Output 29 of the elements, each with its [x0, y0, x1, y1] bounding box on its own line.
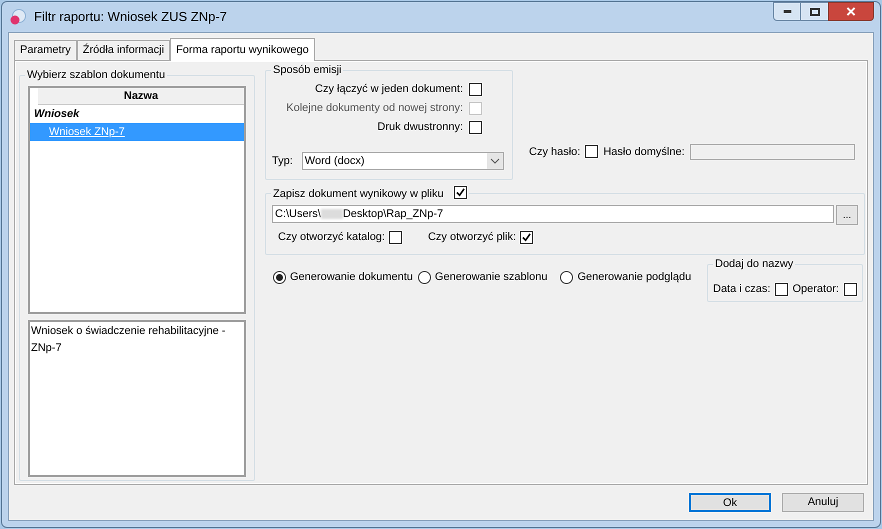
radio-option[interactable]: Generowanie szablonu — [418, 269, 548, 286]
group-title: Zapisz dokument wynikowy w pliku — [273, 187, 444, 202]
tab[interactable]: Parametry — [14, 40, 77, 60]
dialog-button[interactable]: Ok — [689, 493, 771, 512]
group-title: Wybierz szablon dokumentu — [27, 68, 166, 82]
description-box: Wniosek o świadczenie rehabilitacyjne - ZNp-7 — [28, 320, 246, 477]
option-label: Kolejne dokumenty od nowej strony: — [286, 101, 463, 116]
option-label: Operator: — [792, 282, 839, 297]
open-folder-label: Czy otworzyć katalog: — [278, 230, 385, 245]
radio-option[interactable]: Generowanie dokumentu — [273, 269, 413, 286]
path-field[interactable]: C:\Users\ Desktop\Rap_ZNp-7 — [272, 205, 834, 223]
option-label: Data i czas: — [713, 282, 770, 297]
group-title: Dodaj do nazwy — [715, 257, 794, 271]
dialog-button[interactable]: Anuluj — [782, 493, 864, 512]
browse-button[interactable]: ... — [836, 205, 858, 225]
type-label: Typ: — [272, 154, 293, 169]
tab[interactable]: Źródła informacji — [76, 40, 170, 60]
type-dropdown[interactable]: Word (docx) — [302, 152, 504, 170]
window-title: Filtr raportu: Wniosek ZUS ZNp-7 — [34, 8, 227, 26]
password-label: Czy hasło: — [529, 144, 580, 160]
group-title: Sposób emisji — [273, 63, 342, 77]
list-row[interactable]: Wniosek — [30, 105, 244, 123]
open-file-label: Czy otworzyć plik: — [428, 230, 516, 245]
default-password-label: Hasło domyślne: — [603, 144, 685, 160]
tab[interactable]: Forma raportu wynikowego — [170, 38, 315, 61]
column-header: Nazwa — [38, 88, 244, 105]
option-label: Czy łączyć w jeden dokument: — [315, 82, 463, 98]
radio-option[interactable]: Generowanie podglądu — [560, 269, 692, 286]
option-label: Druk dwustronny: — [377, 120, 463, 136]
